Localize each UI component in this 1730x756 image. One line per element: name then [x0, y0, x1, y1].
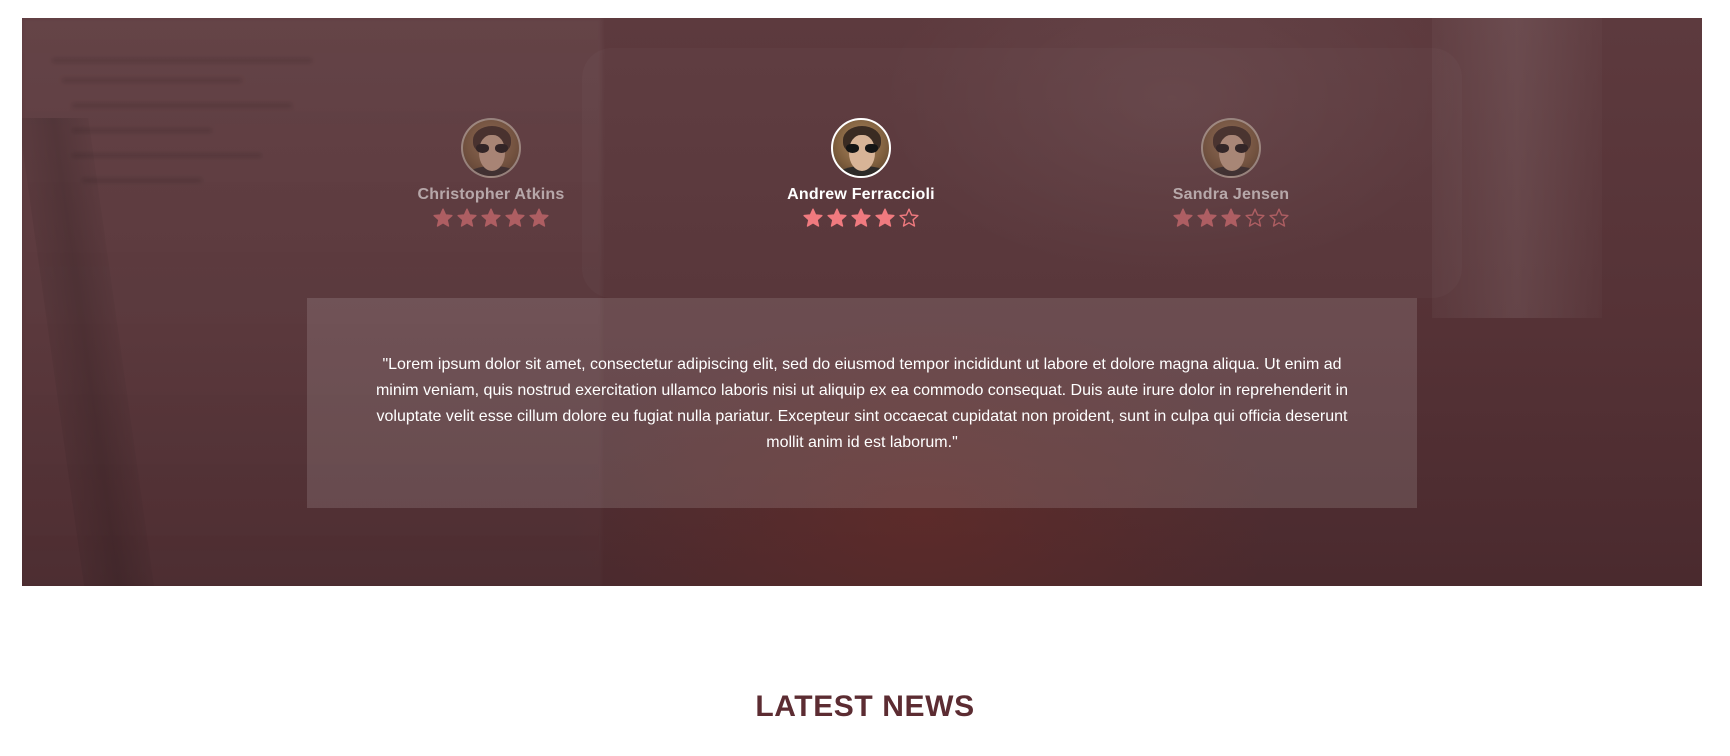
star-filled-icon	[1221, 208, 1241, 227]
star-outline-icon	[899, 208, 919, 227]
testimonials-section: Christopher Atkins Andrew Ferraccioli Sa…	[22, 18, 1702, 586]
avatar	[831, 118, 891, 178]
reviewer-1[interactable]: Andrew Ferraccioli	[731, 118, 991, 228]
star-filled-icon	[529, 208, 549, 227]
reviewer-0[interactable]: Christopher Atkins	[361, 118, 621, 228]
reviewer-name: Sandra Jensen	[1172, 186, 1290, 203]
star-outline-icon	[1269, 208, 1289, 227]
testimonial-quote: "Lorem ipsum dolor sit amet, consectetur…	[375, 356, 1349, 451]
star-filled-icon	[457, 208, 477, 227]
testimonial-quote-box: "Lorem ipsum dolor sit amet, consectetur…	[307, 298, 1417, 508]
star-filled-icon	[827, 208, 847, 227]
star-filled-icon	[851, 208, 871, 227]
star-filled-icon	[505, 208, 525, 227]
background-glass	[1432, 18, 1602, 318]
reviewer-2[interactable]: Sandra Jensen	[1101, 118, 1361, 228]
star-rating	[361, 208, 621, 228]
reviewer-name: Christopher Atkins	[417, 186, 565, 203]
star-filled-icon	[1197, 208, 1217, 227]
star-filled-icon	[481, 208, 501, 227]
section-title-latest-news: LATEST NEWS	[755, 690, 975, 723]
avatar	[461, 118, 521, 178]
star-rating	[731, 208, 991, 228]
star-filled-icon	[1173, 208, 1193, 227]
avatar	[1201, 118, 1261, 178]
star-filled-icon	[433, 208, 453, 227]
star-outline-icon	[1245, 208, 1265, 227]
star-filled-icon	[803, 208, 823, 227]
star-filled-icon	[875, 208, 895, 227]
star-rating	[1101, 208, 1361, 228]
reviewer-name: Andrew Ferraccioli	[787, 186, 935, 203]
